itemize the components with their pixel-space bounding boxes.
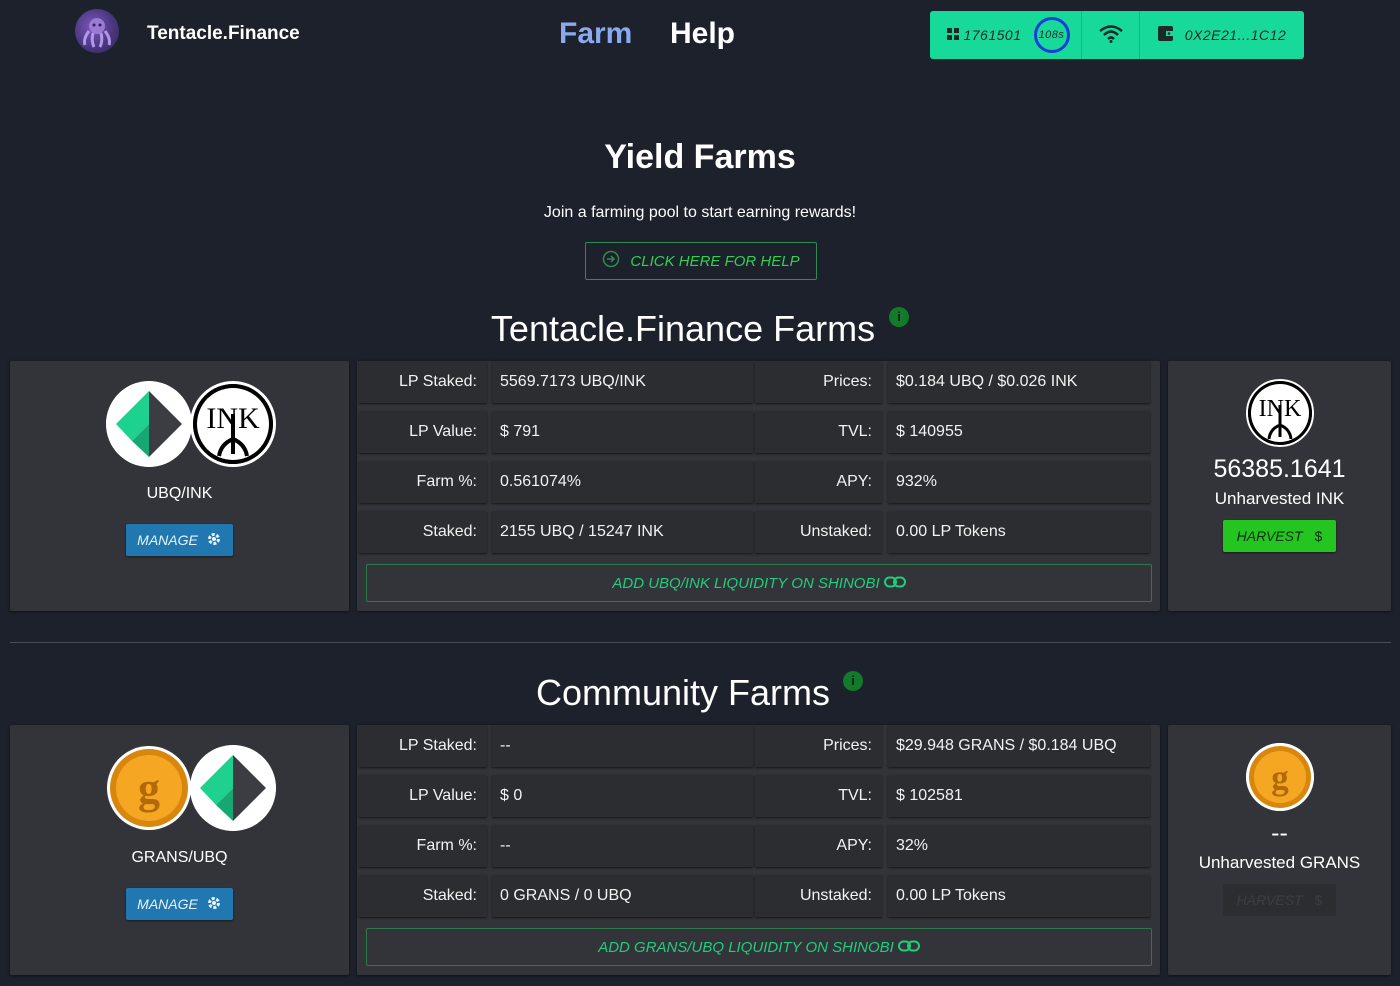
svg-text:g: g: [1271, 758, 1289, 797]
dollar-icon: $: [1314, 892, 1323, 908]
harvest-panel: g -- Unharvested GRANS HARVEST $: [1168, 725, 1391, 975]
prices-label: Prices:: [755, 361, 882, 403]
apy-label: APY:: [755, 825, 882, 867]
manage-button[interactable]: MANAGE: [126, 524, 233, 556]
grans-token-icon: g: [1246, 743, 1314, 811]
page-title: Yield Farms: [604, 138, 796, 176]
staked-label: Staked:: [359, 875, 487, 917]
ubq-token-icon: [190, 745, 276, 831]
farm-pct-value: --: [492, 825, 753, 867]
harvest-button[interactable]: HARVEST $: [1223, 520, 1336, 552]
apy-label: APY:: [755, 461, 882, 503]
staked-value: 0 GRANS / 0 UBQ: [492, 875, 753, 917]
harvest-button-label: HARVEST: [1236, 892, 1303, 908]
wifi-icon: [1098, 24, 1123, 46]
block-number: 1761501: [963, 27, 1022, 43]
add-liquidity-button[interactable]: ADD UBQ/INK LIQUIDITY ON SHINOBI: [366, 564, 1152, 602]
section-divider: [10, 642, 1391, 643]
wallet-address: 0X2E21...1C12: [1184, 27, 1287, 43]
apy-value: 932%: [888, 461, 1150, 503]
unharvested-label: Unharvested GRANS: [1198, 853, 1361, 872]
prices-value: $0.184 UBQ / $0.026 INK: [888, 361, 1150, 403]
nav-link-help[interactable]: Help: [670, 17, 735, 51]
lp-value-value: $ 791: [492, 411, 753, 453]
farm-row-grans-ubq: g GRANS/UBQ MANAGE LP Staked: -- Prices:: [0, 725, 1400, 975]
nav-link-farm[interactable]: Farm: [559, 17, 632, 51]
help-button-label: CLICK HERE FOR HELP: [630, 252, 800, 270]
harvest-panel: INK 56385.1641 Unharvested INK HARVEST $: [1168, 361, 1391, 611]
link-icon: [883, 575, 906, 592]
manage-button-label: MANAGE: [137, 896, 198, 912]
manage-button-label: MANAGE: [137, 532, 198, 548]
add-liquidity-label: ADD GRANS/UBQ LIQUIDITY ON SHINOBI: [598, 938, 894, 956]
gear-icon: [206, 531, 222, 550]
unharvested-amount: --: [1271, 819, 1288, 847]
wallet-address-button[interactable]: 0X2E21...1C12: [1140, 11, 1304, 59]
staked-value: 2155 UBQ / 15247 INK: [492, 511, 753, 553]
ink-token-icon: INK: [1246, 379, 1314, 447]
brand-name[interactable]: Tentacle.Finance: [147, 23, 300, 45]
lp-staked-value: 5569.7173 UBQ/INK: [492, 361, 753, 403]
ink-token-icon: INK: [190, 381, 276, 467]
unstaked-label: Unstaked:: [755, 875, 882, 917]
unharvested-label: Unharvested INK: [1214, 489, 1345, 508]
tvl-label: TVL:: [755, 775, 882, 817]
grid-icon: [947, 27, 960, 43]
unharvested-amount: 56385.1641: [1213, 455, 1346, 483]
farm-stats-panel: LP Staked: 5569.7173 UBQ/INK Prices: $0.…: [357, 361, 1160, 611]
pair-name: UBQ/INK: [146, 485, 213, 502]
ubq-token-icon: [106, 381, 192, 467]
tvl-value: $ 140955: [888, 411, 1150, 453]
tvl-value: $ 102581: [888, 775, 1150, 817]
help-button[interactable]: CLICK HERE FOR HELP: [585, 242, 817, 280]
token-pair-icons: g: [106, 745, 276, 831]
lp-staked-label: LP Staked:: [359, 361, 487, 403]
section-title-community-farms: Community Farms: [535, 672, 831, 713]
tvl-label: TVL:: [755, 411, 882, 453]
svg-text:g: g: [138, 764, 160, 813]
manage-button[interactable]: MANAGE: [126, 888, 233, 920]
lp-staked-value: --: [492, 725, 753, 767]
lp-staked-label: LP Staked:: [359, 725, 487, 767]
gear-icon: [206, 895, 222, 914]
prices-label: Prices:: [755, 725, 882, 767]
add-liquidity-label: ADD UBQ/INK LIQUIDITY ON SHINOBI: [612, 574, 880, 592]
farm-pct-value: 0.561074%: [492, 461, 753, 503]
pair-name: GRANS/UBQ: [131, 849, 228, 866]
info-icon[interactable]: i: [889, 307, 909, 327]
connection-status[interactable]: [1082, 11, 1140, 59]
lp-value-label: LP Value:: [359, 411, 487, 453]
harvest-button[interactable]: HARVEST $: [1223, 884, 1336, 916]
prices-value: $29.948 GRANS / $0.184 UBQ: [888, 725, 1150, 767]
block-countdown-timer: 108s: [1033, 17, 1070, 53]
farm-pct-label: Farm %:: [359, 825, 487, 867]
farm-stats-panel: LP Staked: -- Prices: $29.948 GRANS / $0…: [357, 725, 1160, 975]
octopus-logo-icon[interactable]: [75, 9, 119, 53]
grans-token-icon: g: [106, 745, 192, 831]
farm-pair-panel: INK UBQ/INK MANAGE: [10, 361, 349, 611]
staked-label: Staked:: [359, 511, 487, 553]
info-icon[interactable]: i: [843, 671, 863, 691]
network-status-bar: 1761501 108s 0X2E21...1C12: [930, 11, 1304, 59]
add-liquidity-button[interactable]: ADD GRANS/UBQ LIQUIDITY ON SHINOBI: [366, 928, 1152, 966]
dollar-icon: $: [1314, 528, 1323, 544]
lp-value-label: LP Value:: [359, 775, 487, 817]
farm-pair-panel: g GRANS/UBQ MANAGE: [10, 725, 349, 975]
farm-row-ubq-ink: INK UBQ/INK MANAGE LP Staked: 5569.7173 …: [0, 361, 1400, 611]
farm-pct-label: Farm %:: [359, 461, 487, 503]
link-icon: [897, 939, 920, 956]
page-subtitle: Join a farming pool to start earning rew…: [543, 204, 857, 221]
unstaked-label: Unstaked:: [755, 511, 882, 553]
top-nav: Tentacle.Finance Farm Help 1761501 108s: [0, 0, 1400, 70]
token-pair-icons: INK: [106, 381, 276, 467]
arrow-circle-icon: [602, 250, 620, 272]
lp-value-value: $ 0: [492, 775, 753, 817]
unstaked-value: 0.00 LP Tokens: [888, 511, 1150, 553]
apy-value: 32%: [888, 825, 1150, 867]
block-number-display[interactable]: 1761501 108s: [930, 11, 1082, 59]
wallet-icon: [1157, 26, 1175, 44]
harvest-button-label: HARVEST: [1236, 528, 1303, 544]
section-title-tentacle-farms: Tentacle.Finance Farms: [490, 308, 876, 349]
unstaked-value: 0.00 LP Tokens: [888, 875, 1150, 917]
